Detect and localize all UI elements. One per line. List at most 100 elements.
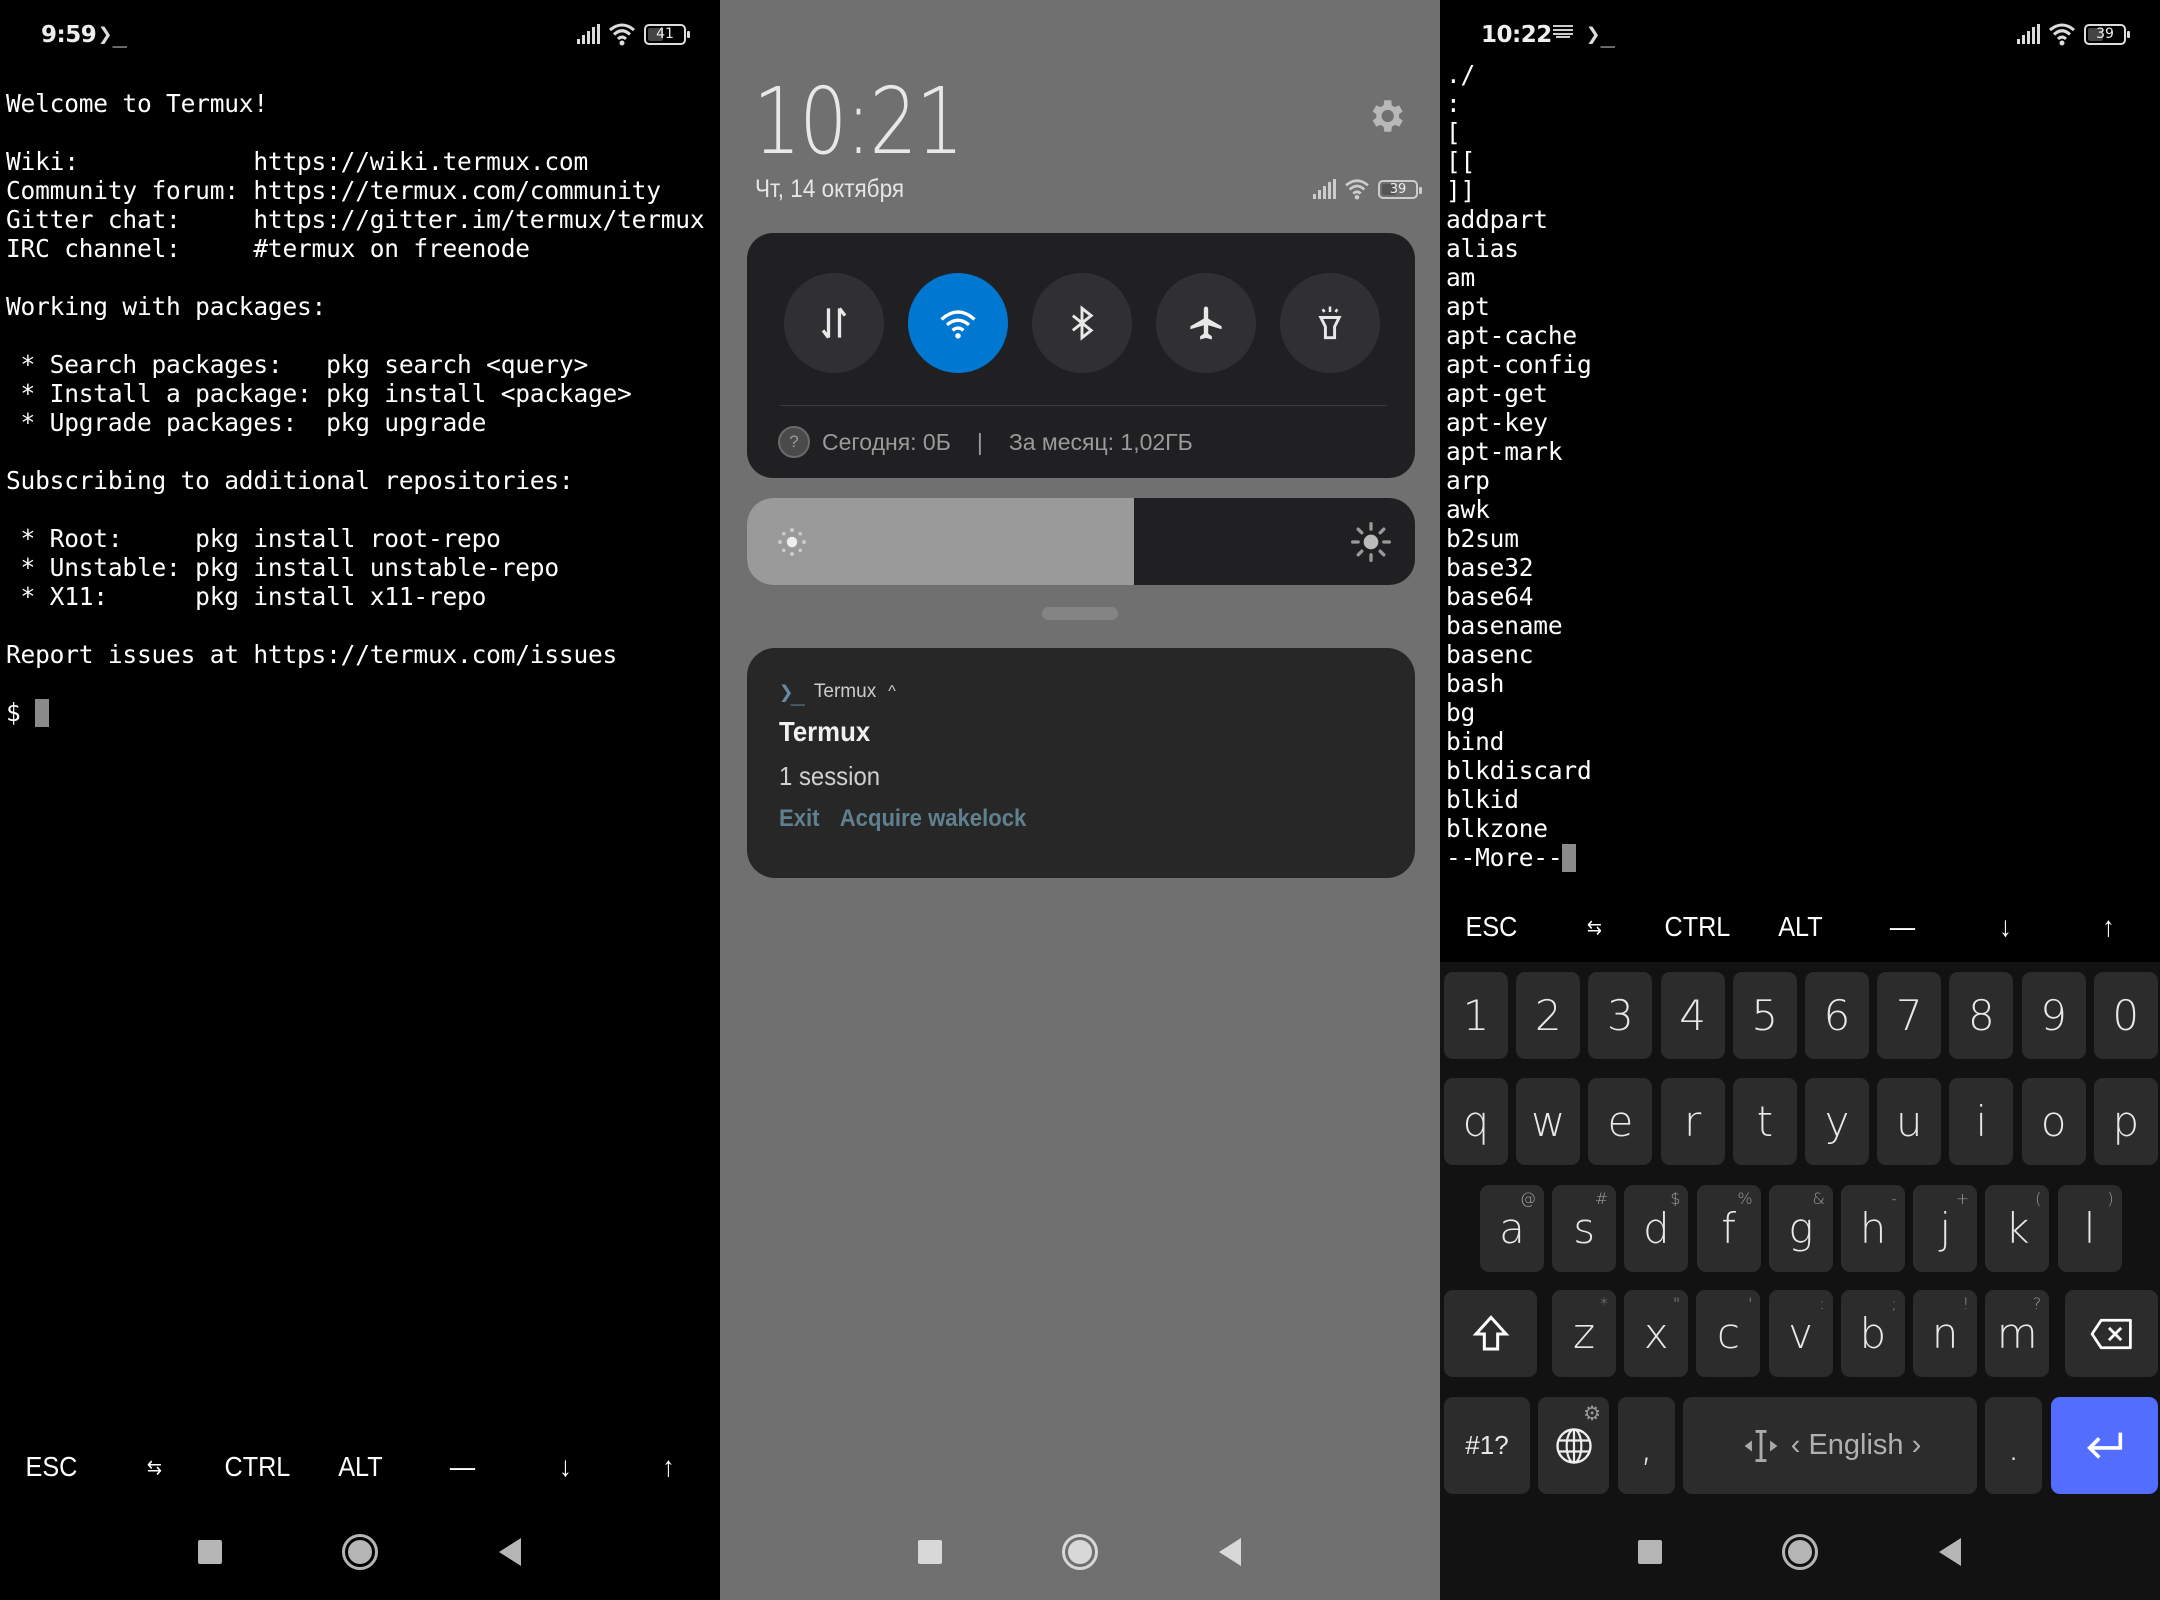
exit-action-button[interactable]: Exit	[779, 805, 819, 833]
key-v[interactable]: v:	[1768, 1290, 1833, 1377]
key-5[interactable]: 5	[1732, 972, 1797, 1059]
space-key[interactable]: ‹ English ›	[1683, 1397, 1977, 1494]
termux-keyboard-screen: 10:22 ❯_ 39 ./:[[[]] addpart alias am apt apt…	[1440, 0, 2160, 1600]
key-label: h	[1859, 1204, 1887, 1253]
airplane-mode-toggle[interactable]	[1156, 273, 1256, 373]
key-m[interactable]: m?	[1985, 1290, 2050, 1377]
prompt-line: $	[6, 698, 704, 727]
key-r[interactable]: r	[1660, 1078, 1725, 1165]
enter-key[interactable]	[2051, 1397, 2158, 1494]
key-hint: $	[1670, 1189, 1681, 1208]
ctrl-key[interactable]: CTRL	[1651, 911, 1744, 943]
key-label: m	[1996, 1309, 2038, 1358]
key-d[interactable]: d $	[1624, 1185, 1689, 1272]
key-t[interactable]: t	[1732, 1078, 1797, 1165]
settings-gear-icon[interactable]	[1365, 95, 1407, 137]
tab-key[interactable]: ⇆	[108, 1455, 201, 1480]
recents-button[interactable]	[135, 1540, 285, 1564]
key-g[interactable]: g &	[1768, 1185, 1833, 1272]
key-u[interactable]: u	[1877, 1078, 1942, 1165]
tab-key[interactable]: ⇆	[1548, 915, 1641, 940]
home-button[interactable]	[1005, 1534, 1155, 1570]
key-9[interactable]: 9	[2021, 972, 2086, 1059]
wifi-toggle[interactable]	[908, 273, 1008, 373]
key-c[interactable]: c '	[1696, 1290, 1761, 1377]
shift-key[interactable]	[1444, 1290, 1537, 1377]
back-button[interactable]	[435, 1538, 585, 1566]
flashlight-toggle[interactable]	[1280, 273, 1380, 373]
usage-separator: |	[976, 428, 983, 455]
shade-clock[interactable]: 10:21	[753, 68, 964, 175]
dash-key[interactable]: —	[1857, 911, 1950, 943]
ctrl-key[interactable]: CTRL	[211, 1451, 304, 1483]
key-a[interactable]: a @	[1480, 1185, 1544, 1272]
language-globe-key[interactable]: ⚙	[1538, 1397, 1609, 1494]
key-0[interactable]: 0	[2093, 972, 2158, 1059]
shade-drag-handle[interactable]	[1042, 607, 1118, 620]
recents-button[interactable]	[1575, 1540, 1725, 1564]
back-button[interactable]	[1155, 1538, 1305, 1566]
period-key[interactable]: .	[1985, 1397, 2042, 1494]
termux-notification[interactable]: ❯_ Termux ^ Termux 1 session Exit Acquir…	[747, 648, 1415, 878]
up-arrow-key[interactable]: ↑	[622, 1451, 715, 1483]
up-arrow-key[interactable]: ↑	[2062, 911, 2155, 943]
signal-icon	[577, 24, 600, 44]
key-y[interactable]: y	[1805, 1078, 1869, 1165]
key-1[interactable]: 1	[1444, 972, 1508, 1059]
key-label: 0	[2112, 991, 2140, 1040]
key-label: r	[1683, 1097, 1702, 1146]
key-label: v	[1788, 1309, 1814, 1358]
bluetooth-toggle[interactable]	[1032, 273, 1132, 373]
key-x[interactable]: x "	[1624, 1290, 1689, 1377]
key-f[interactable]: f%	[1696, 1185, 1761, 1272]
symbols-key[interactable]: #1?	[1444, 1397, 1530, 1494]
alt-key[interactable]: ALT	[314, 1451, 407, 1483]
navigation-bar	[1440, 1522, 2160, 1582]
key-q[interactable]: q	[1444, 1078, 1508, 1165]
key-l[interactable]: l)	[2057, 1185, 2122, 1272]
usage-today: Сегодня: 0Б	[822, 428, 951, 455]
key-3[interactable]: 3	[1588, 972, 1653, 1059]
backspace-key[interactable]	[2065, 1290, 2158, 1377]
terminal-output[interactable]: ./:[[[]] addpart alias am apt apt-cache apt-co…	[1446, 60, 1592, 872]
key-e[interactable]: e	[1588, 1078, 1653, 1165]
back-button[interactable]	[1875, 1538, 2025, 1566]
terminal-output[interactable]: Welcome to Termux! Wiki: https://wiki.te…	[6, 89, 705, 727]
brightness-slider[interactable]	[747, 498, 1415, 585]
signal-icon	[2017, 24, 2040, 44]
key-h[interactable]: h-	[1841, 1185, 1905, 1272]
key-n[interactable]: n!	[1913, 1290, 1977, 1377]
data-usage-row[interactable]: ? Сегодня: 0Б | За месяц: 1,02ГБ	[778, 426, 1193, 458]
battery-level: 39	[2096, 26, 2114, 42]
key-s[interactable]: s #	[1552, 1185, 1617, 1272]
key-label: f	[1721, 1204, 1736, 1253]
down-arrow-key[interactable]: ↓	[1959, 911, 2052, 943]
key-k[interactable]: k(	[1985, 1185, 2050, 1272]
recents-button[interactable]	[855, 1540, 1005, 1564]
key-2[interactable]: 2	[1516, 972, 1581, 1059]
key-i[interactable]: i	[1949, 1078, 2014, 1165]
settings-gear-hint-icon: ⚙	[1583, 1401, 1601, 1425]
key-o[interactable]: o	[2021, 1078, 2086, 1165]
esc-key[interactable]: ESC	[5, 1451, 98, 1483]
home-button[interactable]	[285, 1534, 435, 1570]
key-z[interactable]: z *	[1552, 1290, 1616, 1377]
key-w[interactable]: w	[1516, 1078, 1581, 1165]
key-b[interactable]: b;	[1840, 1290, 1905, 1377]
mobile-data-toggle[interactable]	[784, 273, 884, 373]
down-arrow-key[interactable]: ↓	[519, 1451, 612, 1483]
key-j[interactable]: j +	[1913, 1185, 1978, 1272]
esc-key[interactable]: ESC	[1445, 911, 1538, 943]
alt-key[interactable]: ALT	[1754, 911, 1847, 943]
comma-key[interactable]: ,	[1618, 1397, 1675, 1494]
collapse-chevron-icon[interactable]: ^	[888, 683, 896, 701]
acquire-wakelock-button[interactable]: Acquire wakelock	[840, 805, 1027, 833]
dash-key[interactable]: —	[417, 1451, 510, 1483]
home-button[interactable]	[1725, 1534, 1875, 1570]
key-4[interactable]: 4	[1660, 972, 1725, 1059]
key-8[interactable]: 8	[1949, 972, 2014, 1059]
key-7[interactable]: 7	[1877, 972, 1942, 1059]
key-6[interactable]: 6	[1805, 972, 1869, 1059]
key-p[interactable]: p	[2093, 1078, 2158, 1165]
